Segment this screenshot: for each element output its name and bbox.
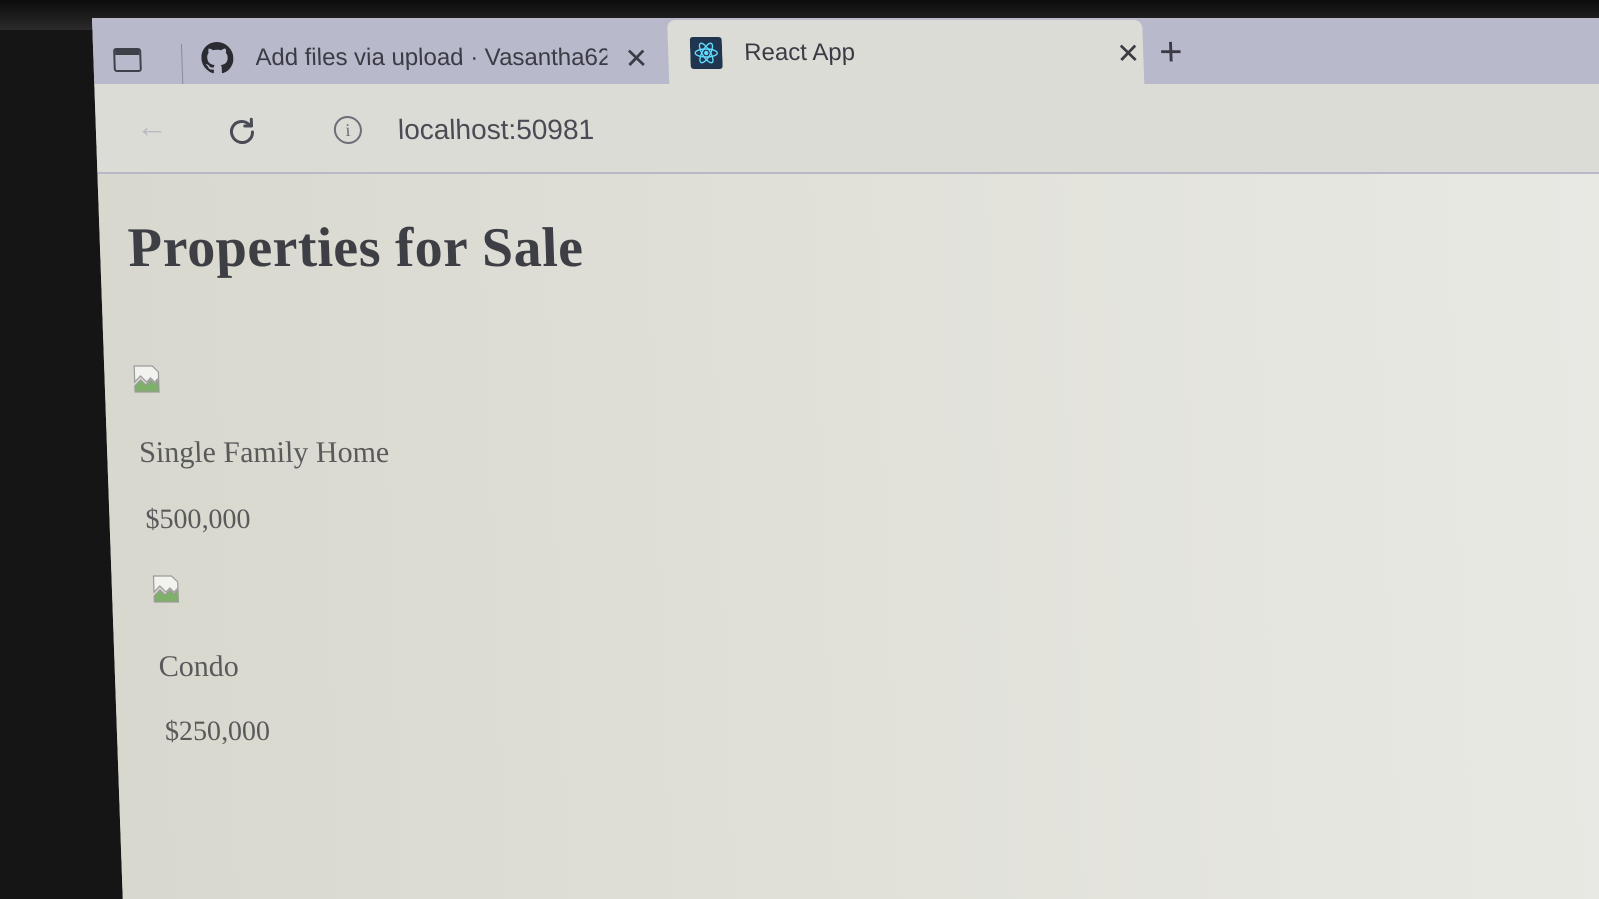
property-name: Single Family Home: [138, 436, 390, 469]
reload-icon[interactable]: [223, 114, 260, 150]
tab-title: Add files via upload · Vasantha62: [254, 44, 608, 71]
browser-toolbar: ← i localhost:50981: [94, 84, 1599, 174]
tab-github[interactable]: Add files via upload · Vasantha62 ✕: [200, 30, 652, 86]
tab-bar: Add files via upload · Vasantha62 ✕ Reac…: [92, 18, 1599, 86]
site-info-icon[interactable]: i: [333, 116, 363, 144]
close-tab-icon[interactable]: ✕: [621, 42, 652, 75]
address-bar[interactable]: localhost:50981: [397, 114, 594, 146]
back-arrow-icon[interactable]: ←: [135, 108, 168, 145]
tab-divider: [180, 44, 184, 84]
property-name: Condo: [158, 650, 240, 683]
tab-actions-icon[interactable]: [113, 48, 142, 72]
broken-image-icon: [152, 575, 180, 603]
page-content: Properties for Sale Single Family Home $…: [97, 174, 1599, 899]
tab-title: React App: [743, 39, 856, 66]
property-price: $250,000: [164, 716, 271, 747]
github-icon: [201, 42, 234, 74]
tab-react-app[interactable]: React App ✕: [667, 20, 1145, 86]
broken-image-icon: [133, 365, 160, 393]
page-title: Properties for Sale: [126, 217, 585, 279]
browser-window: Add files via upload · Vasantha62 ✕ Reac…: [92, 18, 1599, 899]
property-price: $500,000: [144, 504, 252, 535]
react-icon: [689, 37, 723, 69]
new-tab-icon[interactable]: +: [1158, 30, 1183, 74]
close-tab-icon[interactable]: ✕: [1113, 37, 1144, 70]
